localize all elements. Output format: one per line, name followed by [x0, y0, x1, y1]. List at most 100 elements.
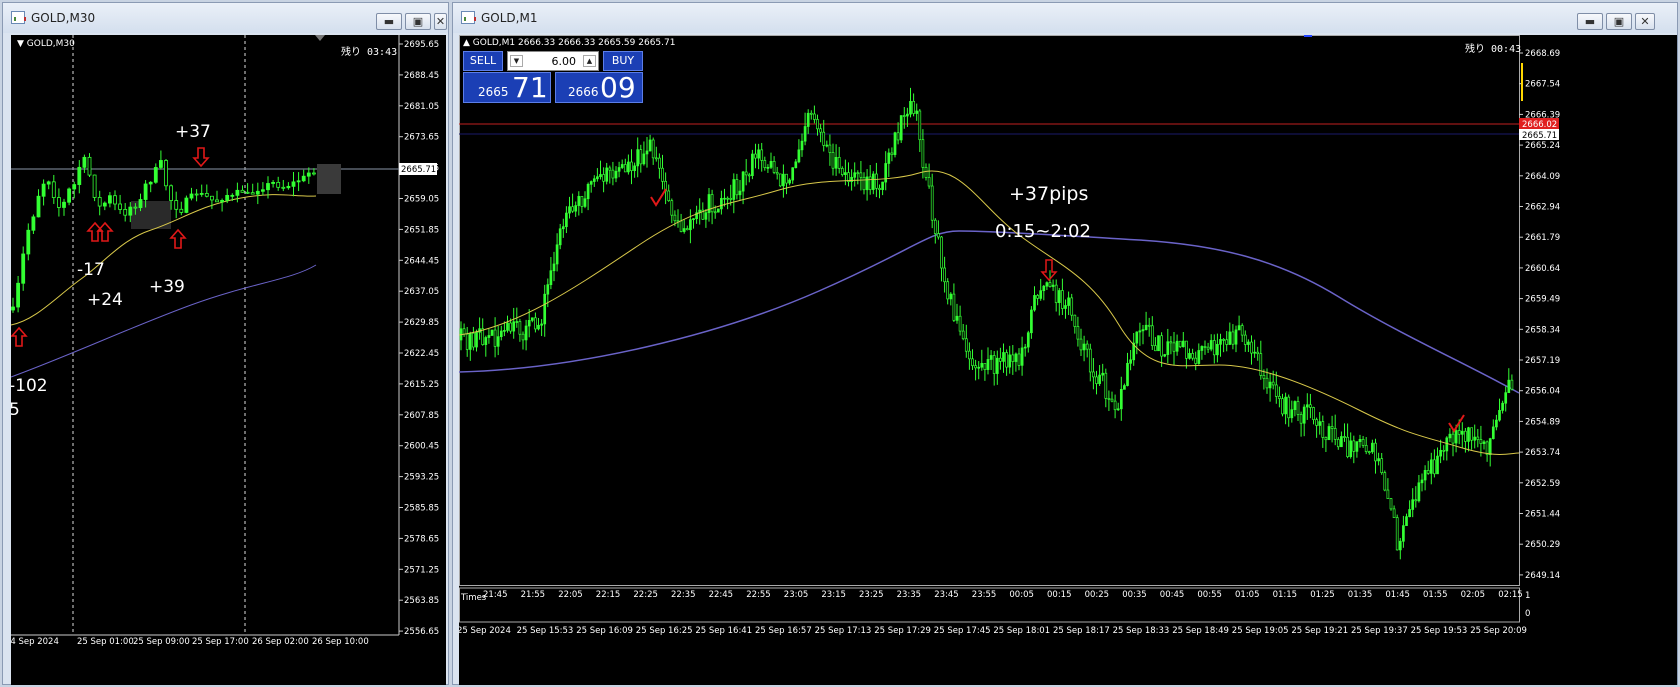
candle-body: [1491, 426, 1495, 439]
candle-body: [527, 320, 531, 327]
candle-body: [902, 115, 906, 117]
candle-body: [77, 166, 82, 185]
minimize-button[interactable]: ▬: [1577, 13, 1603, 30]
candle-body: [1116, 408, 1120, 411]
times-tick-label: 00:45: [1160, 590, 1185, 600]
maximize-button[interactable]: ▣: [405, 13, 431, 30]
candle-body: [1076, 326, 1080, 340]
candle-body: [930, 185, 934, 221]
time-tick-label: 25 Sep 17:13: [815, 626, 872, 636]
candle-body: [1172, 342, 1176, 352]
candle-body: [118, 203, 122, 210]
maximize-button[interactable]: ▣: [1606, 13, 1632, 30]
annotation-time-range: 0:15~2:02: [995, 221, 1091, 242]
close-button[interactable]: ✕: [1635, 13, 1655, 30]
collapse-triangle-icon: ▼: [17, 39, 24, 49]
sell-button[interactable]: SELL: [463, 51, 503, 71]
time-tick-label: 25 Sep 15:53: [517, 626, 574, 636]
candle-body: [726, 197, 729, 200]
candle-body: [927, 177, 931, 187]
candle-body: [571, 206, 574, 212]
price-tick-label: 2622.45: [404, 349, 439, 359]
candle-body: [1225, 339, 1229, 345]
candle-body: [623, 164, 627, 173]
sell-price-box[interactable]: 2665 71: [463, 71, 551, 104]
candle-body: [704, 212, 708, 220]
buy-price-box[interactable]: 2666 09: [555, 71, 643, 104]
minimize-button[interactable]: ▬: [376, 13, 402, 30]
chart-window-gold-m1[interactable]: GOLD,M1 ▬ ▣ ✕ 2668.69 2667.54 2666.39 2665.…: [452, 2, 1678, 685]
candle-body: [825, 144, 829, 147]
buy-button[interactable]: BUY: [603, 51, 643, 71]
candle-body: [633, 165, 636, 171]
candle-body: [1495, 419, 1498, 428]
minimize-icon: ▬: [383, 15, 395, 28]
window-titlebar[interactable]: GOLD,M30 ▬ ▣ ✕: [3, 3, 448, 33]
candle-body: [1498, 410, 1501, 421]
candle-body: [878, 187, 881, 190]
candle-body: [782, 173, 785, 187]
candle-body: [1064, 305, 1067, 309]
times-tick-label: 23:35: [897, 590, 922, 600]
candle-body: [850, 176, 853, 182]
candle-body: [143, 183, 148, 200]
candle-body: [828, 144, 832, 153]
times-tick-label: 01:25: [1310, 590, 1335, 600]
price-tick-label: 2644.45: [404, 256, 439, 266]
candle-body: [837, 156, 841, 169]
times-tick-label: 23:05: [784, 590, 809, 600]
times-tick-label: 01:35: [1348, 590, 1373, 600]
candle-body: [1482, 441, 1486, 444]
candle-body: [679, 220, 683, 232]
candle-body: [1203, 346, 1207, 348]
candle-body: [943, 267, 946, 283]
candle-body: [199, 193, 204, 195]
price-tick-label: 2661.79: [1525, 233, 1560, 243]
candle-body: [1033, 295, 1036, 311]
candle-body: [983, 363, 987, 370]
lot-decrease-icon[interactable]: ▼: [510, 55, 523, 67]
candle-body: [169, 185, 174, 201]
candle-body: [692, 218, 695, 221]
chart-window-gold-m30[interactable]: GOLD,M30 ▬ ▣ ✕ 2695.65 2688.45 2681.05 2673…: [2, 2, 449, 685]
window-titlebar[interactable]: GOLD,M1 ▬ ▣ ✕: [453, 3, 1677, 33]
candle-body: [1237, 325, 1241, 331]
close-button[interactable]: ✕: [434, 13, 447, 30]
candle-body: [11, 306, 15, 311]
candle-body: [1274, 384, 1278, 397]
candle-body: [735, 179, 739, 196]
candle-body: [306, 172, 311, 177]
candle-body: [754, 153, 757, 159]
time-tick-label: 25 Sep 19:21: [1291, 626, 1348, 636]
candle-body: [785, 173, 788, 184]
annotation-pips: +37pips: [1009, 183, 1089, 205]
candle-body: [853, 172, 857, 178]
candle-body: [1445, 437, 1449, 452]
candle-body: [1216, 343, 1219, 356]
candle-body: [521, 333, 525, 341]
trade-annotation: +24: [87, 290, 123, 310]
down-arrow-icon: [192, 147, 210, 168]
candle-body: [1386, 489, 1390, 499]
candle-body: [822, 131, 826, 146]
price-chart-m1[interactable]: 2668.69 2667.54 2666.39 2665.24 2664.09 2662.…: [459, 35, 1677, 685]
candle-body: [72, 184, 77, 190]
price-chart-m30[interactable]: 2695.652688.452681.052673.652666.252659.…: [11, 35, 446, 685]
candle-body: [1423, 470, 1427, 481]
candle-body: [549, 270, 553, 286]
lot-size-value[interactable]: 6.00: [552, 55, 577, 68]
candle-body: [868, 176, 872, 190]
candle-body: [1442, 449, 1446, 452]
candle-body: [1002, 352, 1005, 362]
buy-price-big: 09: [600, 71, 636, 104]
candle-body: [41, 183, 46, 197]
lot-increase-icon[interactable]: ▲: [583, 55, 596, 67]
candle-body: [1429, 459, 1433, 474]
candle-body: [1185, 340, 1188, 359]
candle-body: [1085, 343, 1089, 350]
lot-size-stepper[interactable]: ▼ 6.00 ▲: [507, 51, 599, 71]
candle-body: [732, 179, 736, 200]
candle-body: [1377, 458, 1380, 462]
candle-body: [158, 160, 163, 168]
period-marker: [1304, 35, 1312, 37]
